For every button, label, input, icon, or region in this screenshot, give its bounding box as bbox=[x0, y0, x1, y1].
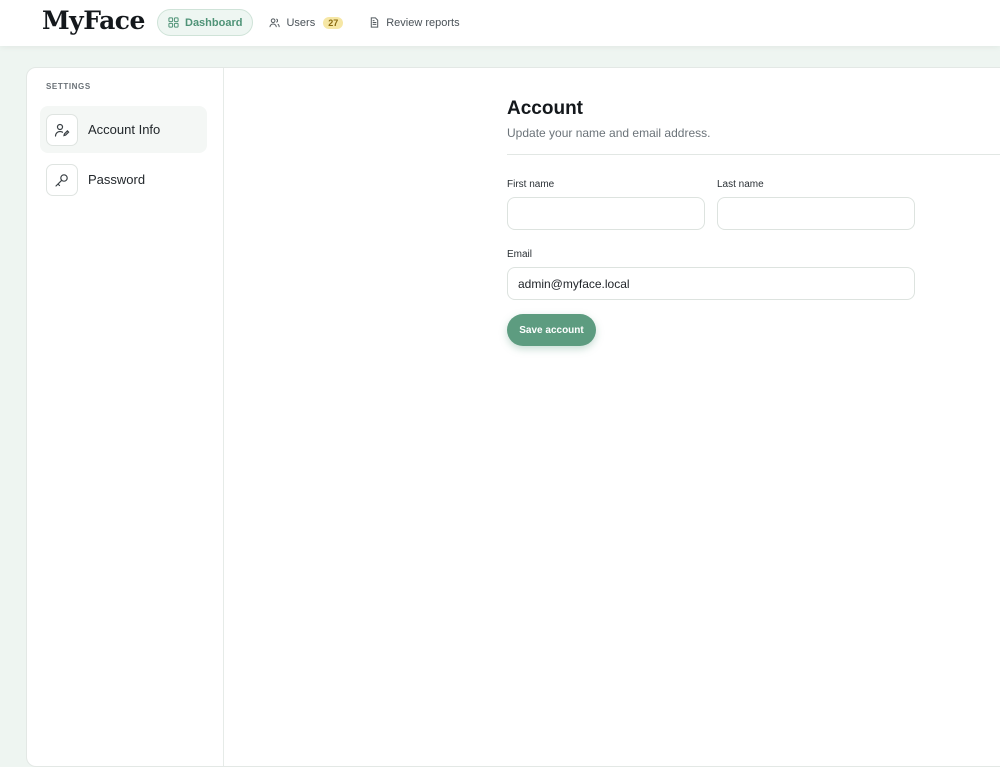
user-edit-icon bbox=[46, 113, 78, 146]
sidebar-item-label: Account Info bbox=[88, 122, 161, 137]
page-subtitle: Update your name and email address. bbox=[507, 126, 711, 140]
top-navbar: MyFace Dashboard Users 27 Review reports bbox=[0, 0, 1000, 46]
first-name-label: First name bbox=[507, 179, 555, 190]
settings-sidebar: SETTINGS Account Info Password bbox=[27, 68, 224, 766]
nav-item-label: Users bbox=[286, 16, 316, 29]
main-nav: Dashboard Users 27 Review reports bbox=[157, 9, 470, 36]
first-name-input[interactable] bbox=[507, 197, 705, 230]
document-icon bbox=[371, 17, 379, 28]
sidebar-section-label: SETTINGS bbox=[46, 82, 91, 91]
last-name-label: Last name bbox=[717, 179, 764, 190]
nav-item-review-reports[interactable]: Review reports bbox=[359, 9, 469, 36]
sidebar-item-label: Password bbox=[88, 172, 146, 187]
nav-item-dashboard[interactable]: Dashboard bbox=[157, 9, 254, 36]
email-input[interactable] bbox=[507, 267, 915, 300]
divider bbox=[507, 154, 1000, 155]
brand-logo[interactable]: MyFace bbox=[42, 6, 145, 35]
dashboard-icon bbox=[168, 17, 179, 28]
last-name-input[interactable] bbox=[717, 197, 915, 230]
page-title: Account bbox=[507, 98, 583, 119]
email-label: Email bbox=[507, 249, 533, 260]
nav-item-label: Dashboard bbox=[185, 16, 243, 29]
settings-card: SETTINGS Account Info Password Account U… bbox=[26, 67, 1000, 767]
key-icon bbox=[46, 163, 78, 196]
sidebar-item-account-info[interactable]: Account Info bbox=[40, 106, 207, 153]
save-account-button[interactable]: Save account bbox=[507, 314, 596, 346]
users-icon bbox=[269, 18, 281, 28]
sidebar-item-password[interactable]: Password bbox=[40, 156, 207, 203]
users-count-badge: 27 bbox=[323, 16, 344, 29]
nav-item-users[interactable]: Users 27 bbox=[259, 9, 353, 36]
nav-item-label: Review reports bbox=[386, 16, 460, 29]
